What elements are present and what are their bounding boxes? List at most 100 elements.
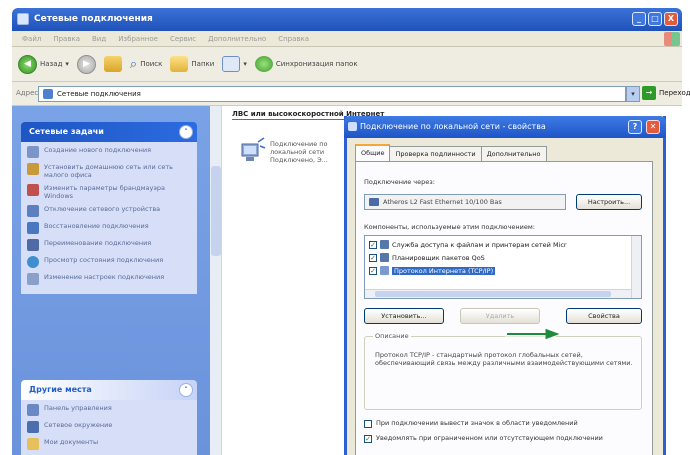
documents-icon bbox=[27, 438, 39, 450]
chevron-down-icon: ▾ bbox=[243, 60, 247, 68]
task-firewall[interactable]: Изменить параметры брандмауэра Windows bbox=[27, 184, 191, 200]
task-home-network[interactable]: Установить домашнюю сеть или сеть малого… bbox=[27, 163, 191, 179]
menu-view[interactable]: Вид bbox=[92, 31, 106, 46]
checkbox[interactable]: ✓ bbox=[364, 435, 372, 443]
scroll-thumb[interactable] bbox=[375, 291, 611, 297]
description-text: Протокол TCP/IP - стандартный протокол г… bbox=[375, 351, 633, 367]
network-tasks-title: Сетевые задачи bbox=[29, 127, 104, 136]
place-my-documents[interactable]: Мои документы bbox=[27, 438, 191, 450]
show-icon-option[interactable]: При подключении вывести значок в области… bbox=[364, 419, 644, 428]
vertical-scrollbar[interactable] bbox=[210, 106, 222, 455]
description-group: Описание Протокол TCP/IP - стандартный п… bbox=[364, 332, 642, 410]
views-button[interactable]: ▾ bbox=[222, 56, 247, 72]
minimize-button[interactable]: _ bbox=[632, 12, 646, 26]
components-list[interactable]: ✓ Служба доступа к файлам и принтерам се… bbox=[364, 235, 642, 299]
list-item[interactable]: ✓ Служба доступа к файлам и принтерам се… bbox=[369, 239, 619, 250]
search-button[interactable]: ⌕ Поиск bbox=[130, 57, 162, 72]
checkbox[interactable]: ✓ bbox=[369, 240, 377, 249]
status-icon bbox=[27, 256, 39, 268]
menu-tools[interactable]: Сервис bbox=[170, 31, 196, 46]
task-create-connection[interactable]: Создание нового подключения bbox=[27, 146, 191, 158]
other-places-title: Другие места bbox=[29, 385, 92, 394]
go-button[interactable]: → Переход bbox=[642, 86, 690, 100]
place-network[interactable]: Сетевое окружение bbox=[27, 421, 191, 433]
disable-device-icon bbox=[27, 205, 39, 217]
toolbar: ◀ Назад ▾ ▶ ⌕ Поиск Папки ▾ Синхронизаци… bbox=[12, 47, 682, 82]
network-tasks-list: Создание нового подключения Установить д… bbox=[21, 142, 197, 294]
menu-file[interactable]: Файл bbox=[22, 31, 41, 46]
other-places-header[interactable]: Другие места ˄ bbox=[21, 380, 197, 400]
close-button[interactable]: X bbox=[664, 12, 678, 26]
back-label: Назад bbox=[40, 60, 63, 68]
dialog-title: Подключение по локальной сети - свойства bbox=[360, 122, 546, 131]
tab-advanced[interactable]: Дополнительно bbox=[480, 146, 547, 161]
collapse-icon[interactable]: ˄ bbox=[179, 125, 193, 139]
scheduler-icon bbox=[380, 253, 389, 262]
maximize-button[interactable]: □ bbox=[648, 12, 662, 26]
go-arrow-icon: → bbox=[642, 86, 656, 100]
search-label: Поиск bbox=[140, 60, 163, 68]
list-horizontal-scrollbar[interactable] bbox=[365, 289, 631, 298]
menu-edit[interactable]: Правка bbox=[53, 31, 80, 46]
folder-up-icon bbox=[103, 56, 122, 72]
network-folder-icon bbox=[17, 13, 29, 25]
home-network-icon bbox=[27, 163, 39, 175]
sync-button[interactable]: Синхронизация папок bbox=[254, 56, 358, 72]
uninstall-button[interactable]: Удалить bbox=[460, 308, 540, 324]
menu-bar: Файл Правка Вид Избранное Сервис Дополни… bbox=[12, 31, 682, 47]
folders-button[interactable]: Папки bbox=[170, 56, 214, 72]
description-legend: Описание bbox=[373, 332, 411, 340]
configure-button[interactable]: Настроить... bbox=[576, 194, 642, 210]
tab-authentication[interactable]: Проверка подлинности bbox=[389, 146, 482, 161]
task-pane: Сетевые задачи ˄ Создание нового подключ… bbox=[12, 106, 210, 455]
window-titlebar[interactable]: Сетевые подключения _ □ X bbox=[12, 8, 682, 31]
checkbox[interactable] bbox=[364, 420, 372, 428]
go-label: Переход bbox=[659, 89, 690, 97]
task-repair[interactable]: Восстановление подключения bbox=[27, 222, 191, 234]
scroll-thumb[interactable] bbox=[211, 166, 221, 256]
address-dropdown[interactable]: ▾ bbox=[626, 86, 640, 102]
chevron-down-icon: ▾ bbox=[65, 60, 69, 68]
menu-help[interactable]: Справка bbox=[278, 31, 309, 46]
collapse-icon[interactable]: ˄ bbox=[179, 383, 193, 397]
task-status[interactable]: Просмотр состояния подключения bbox=[27, 256, 191, 268]
list-item-selected[interactable]: ✓ Протокол Интернета (TCP/IP) bbox=[369, 265, 619, 276]
help-button[interactable]: ? bbox=[628, 120, 642, 134]
network-icon bbox=[348, 122, 357, 131]
connect-using-label: Подключение через: bbox=[364, 178, 435, 186]
lan-connection-icon[interactable] bbox=[240, 136, 266, 164]
notify-option[interactable]: ✓ Уведомлять при ограниченном или отсутс… bbox=[364, 434, 644, 443]
dialog-close-button[interactable]: ✕ bbox=[646, 120, 660, 134]
repair-icon bbox=[27, 222, 39, 234]
menu-favorites[interactable]: Избранное bbox=[118, 31, 158, 46]
adapter-field: Atheros L2 Fast Ethernet 10/100 Bas bbox=[364, 194, 566, 210]
protocol-icon bbox=[380, 266, 389, 275]
checkbox[interactable]: ✓ bbox=[369, 266, 377, 275]
install-button[interactable]: Установить... bbox=[364, 308, 444, 324]
up-button[interactable] bbox=[103, 56, 122, 72]
dialog-titlebar[interactable]: Подключение по локальной сети - свойства… bbox=[344, 116, 666, 138]
network-connections-icon bbox=[43, 89, 53, 99]
place-control-panel[interactable]: Панель управления bbox=[27, 404, 191, 416]
task-rename[interactable]: Переименование подключения bbox=[27, 239, 191, 251]
other-places-panel: Другие места ˄ Панель управления Сетевое… bbox=[21, 380, 197, 455]
address-label: Адрес: bbox=[16, 89, 41, 97]
address-bar: Адрес: Сетевые подключения ▾ → Переход bbox=[12, 82, 690, 106]
task-disable-device[interactable]: Отключение сетевого устройства bbox=[27, 205, 191, 217]
network-tasks-header[interactable]: Сетевые задачи ˄ bbox=[21, 122, 197, 142]
back-button[interactable]: ◀ Назад ▾ bbox=[18, 54, 69, 74]
checkbox[interactable]: ✓ bbox=[369, 253, 377, 262]
network-places-icon bbox=[27, 421, 39, 433]
forward-button[interactable]: ▶ bbox=[76, 54, 96, 74]
address-field[interactable]: Сетевые подключения bbox=[38, 86, 626, 102]
properties-button[interactable]: Свойства bbox=[566, 308, 642, 324]
list-item[interactable]: ✓ Планировщик пакетов QoS bbox=[369, 252, 619, 263]
windows-logo-icon bbox=[664, 32, 680, 46]
list-vertical-scrollbar[interactable] bbox=[631, 236, 641, 298]
other-places-list: Панель управления Сетевое окружение Мои … bbox=[21, 400, 197, 455]
menu-advanced[interactable]: Дополнительно bbox=[208, 31, 266, 46]
task-change-settings[interactable]: Изменение настроек подключения bbox=[27, 273, 191, 285]
folders-icon bbox=[170, 56, 189, 72]
tab-general[interactable]: Общие bbox=[355, 144, 391, 161]
component-label: Планировщик пакетов QoS bbox=[392, 253, 485, 262]
